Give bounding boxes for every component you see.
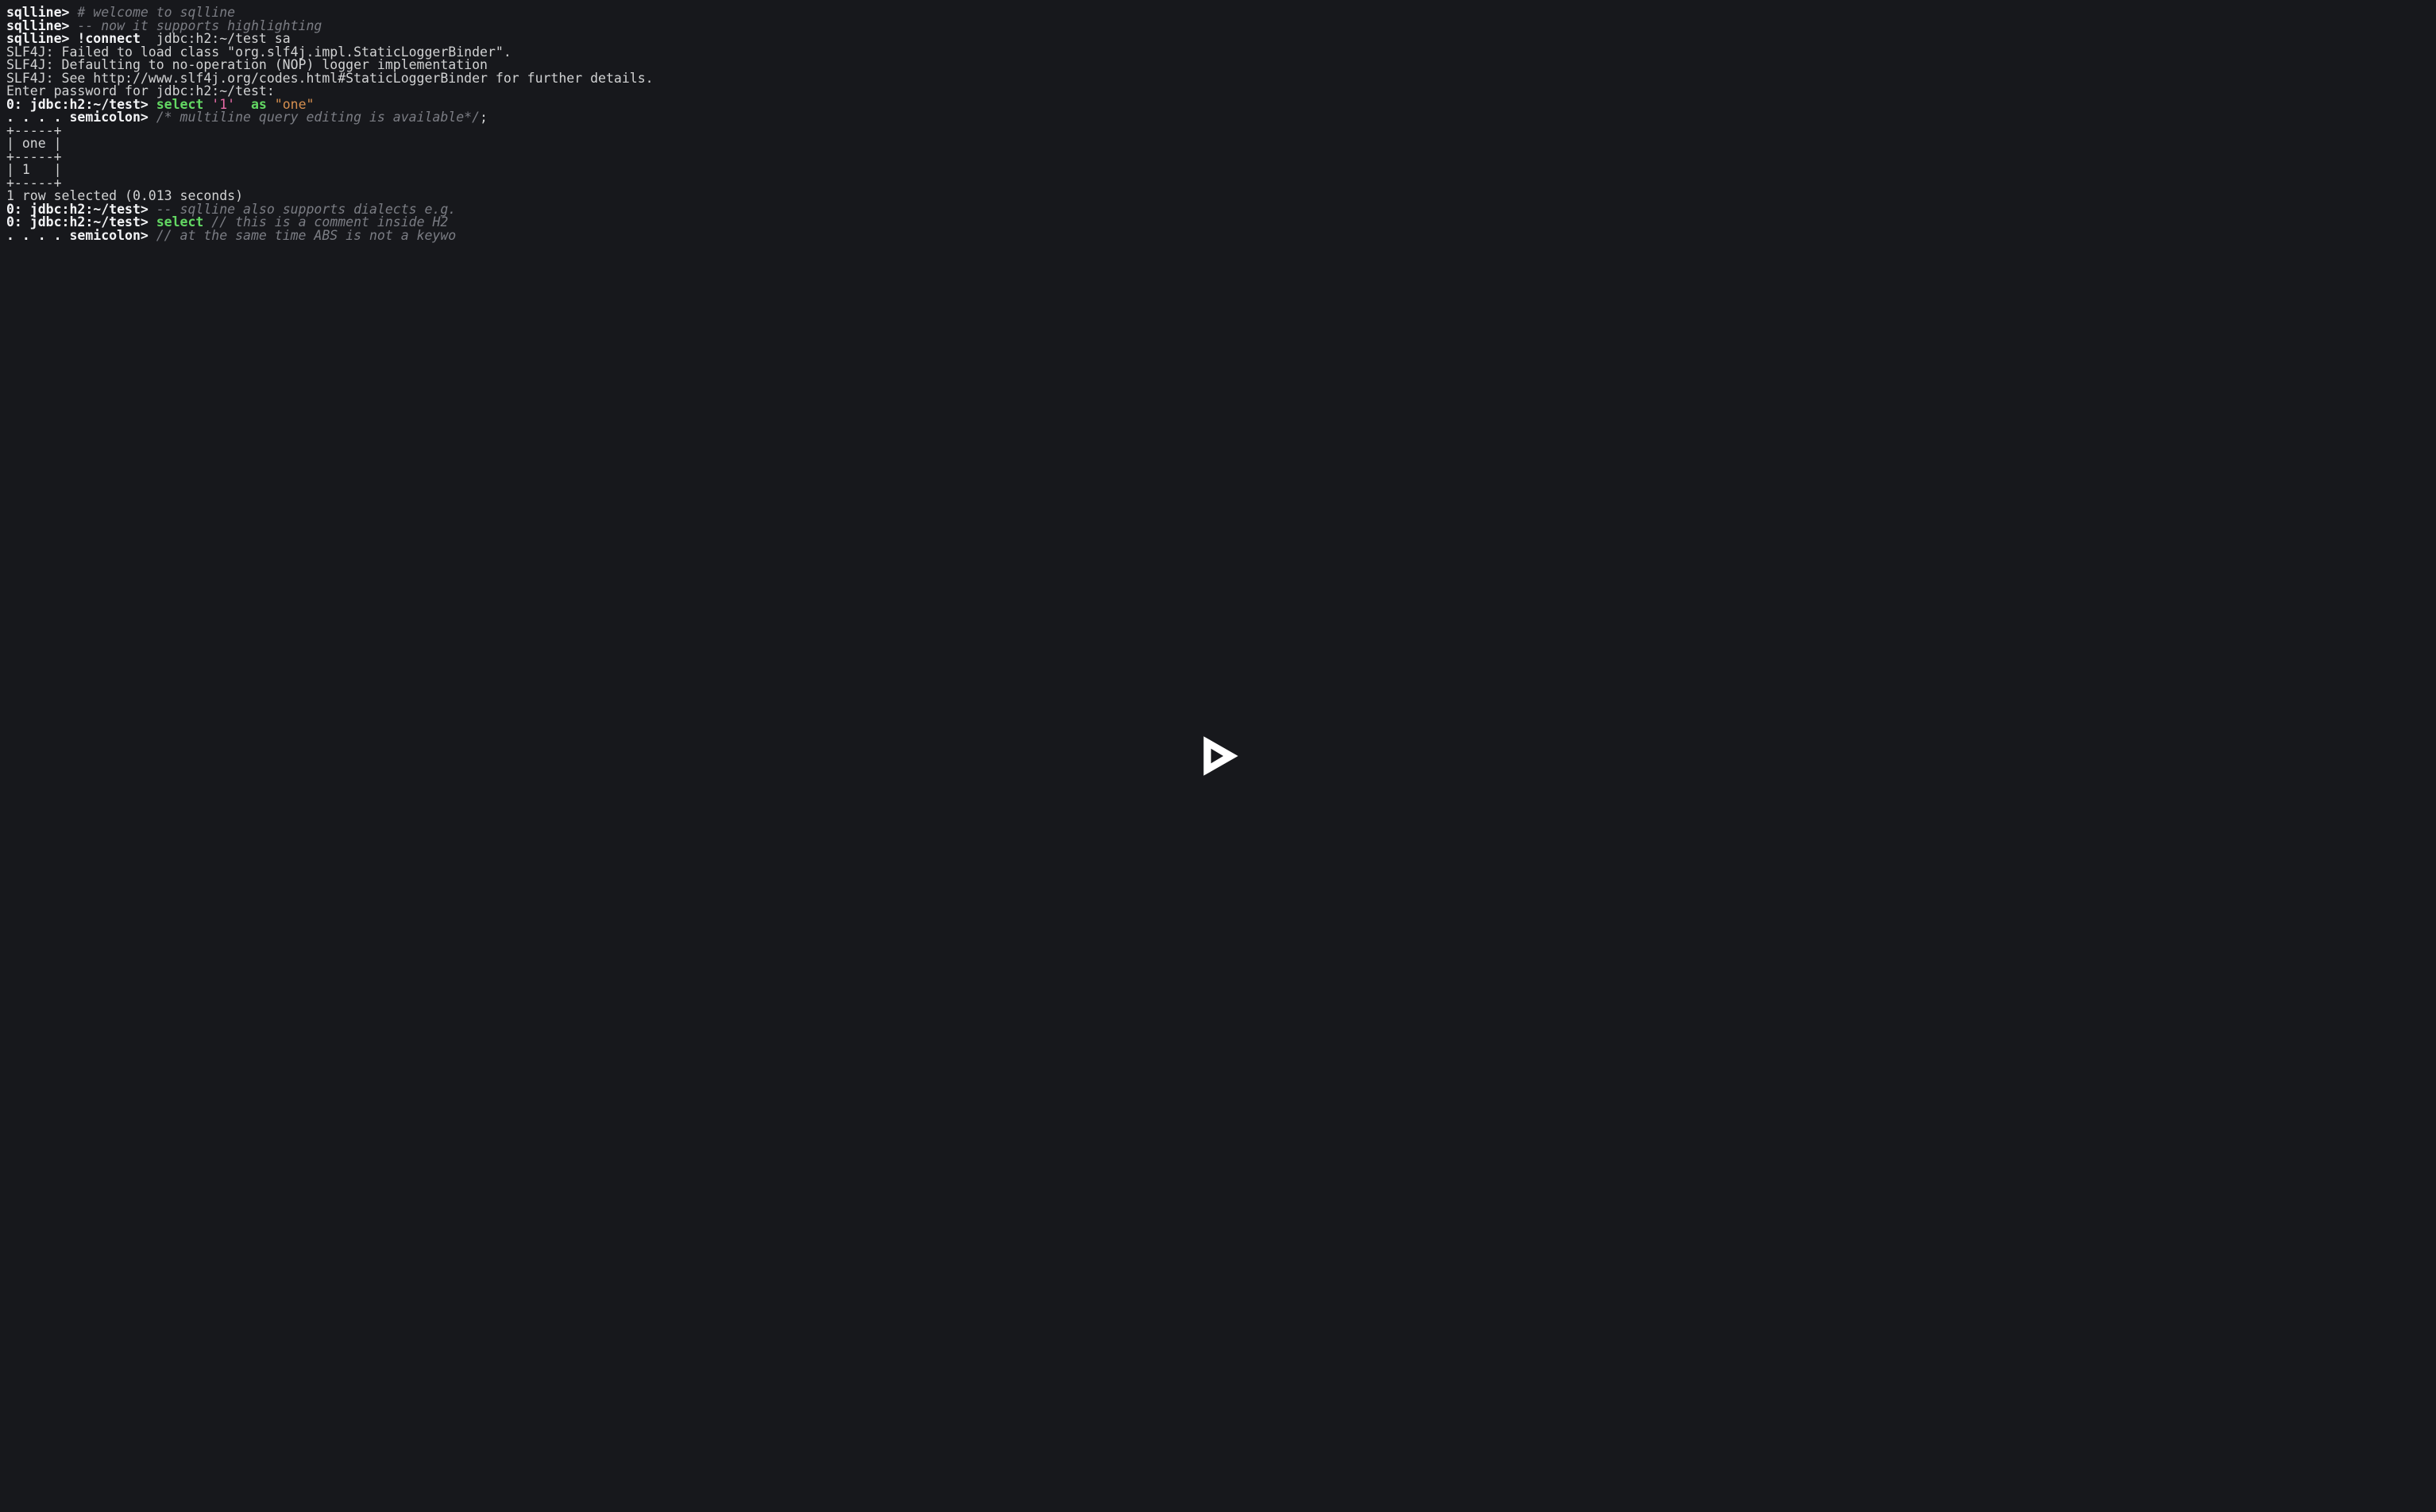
terminal-segment: /* multiline query editing is available*… [156,110,480,125]
terminal-line: +-----+ [6,177,2430,191]
terminal-segment: . . . . semicolon> [6,228,156,243]
terminal-segment: ; [480,110,488,125]
terminal-line: | one | [6,137,2430,151]
terminal-line: +-----+ [6,125,2430,138]
terminal-line: +-----+ [6,151,2430,164]
play-button[interactable] [1194,731,1243,781]
terminal-line: sqlline> -- now it supports highlighting [6,20,2430,33]
terminal-output[interactable]: sqlline> # welcome to sqllinesqlline> --… [0,0,2436,249]
terminal-line: . . . . semicolon> /* multiline query ed… [6,111,2430,125]
terminal-line: sqlline> # welcome to sqlline [6,6,2430,20]
play-icon [1194,731,1243,781]
terminal-line: . . . . semicolon> // at the same time A… [6,230,2430,243]
terminal-line: | 1 | [6,164,2430,177]
terminal-line: Enter password for jdbc:h2:~/test: [6,85,2430,98]
terminal-segment: // at the same time ABS is not a keywo [156,228,457,243]
terminal-line: SLF4J: See http://www.slf4j.org/codes.ht… [6,72,2430,86]
